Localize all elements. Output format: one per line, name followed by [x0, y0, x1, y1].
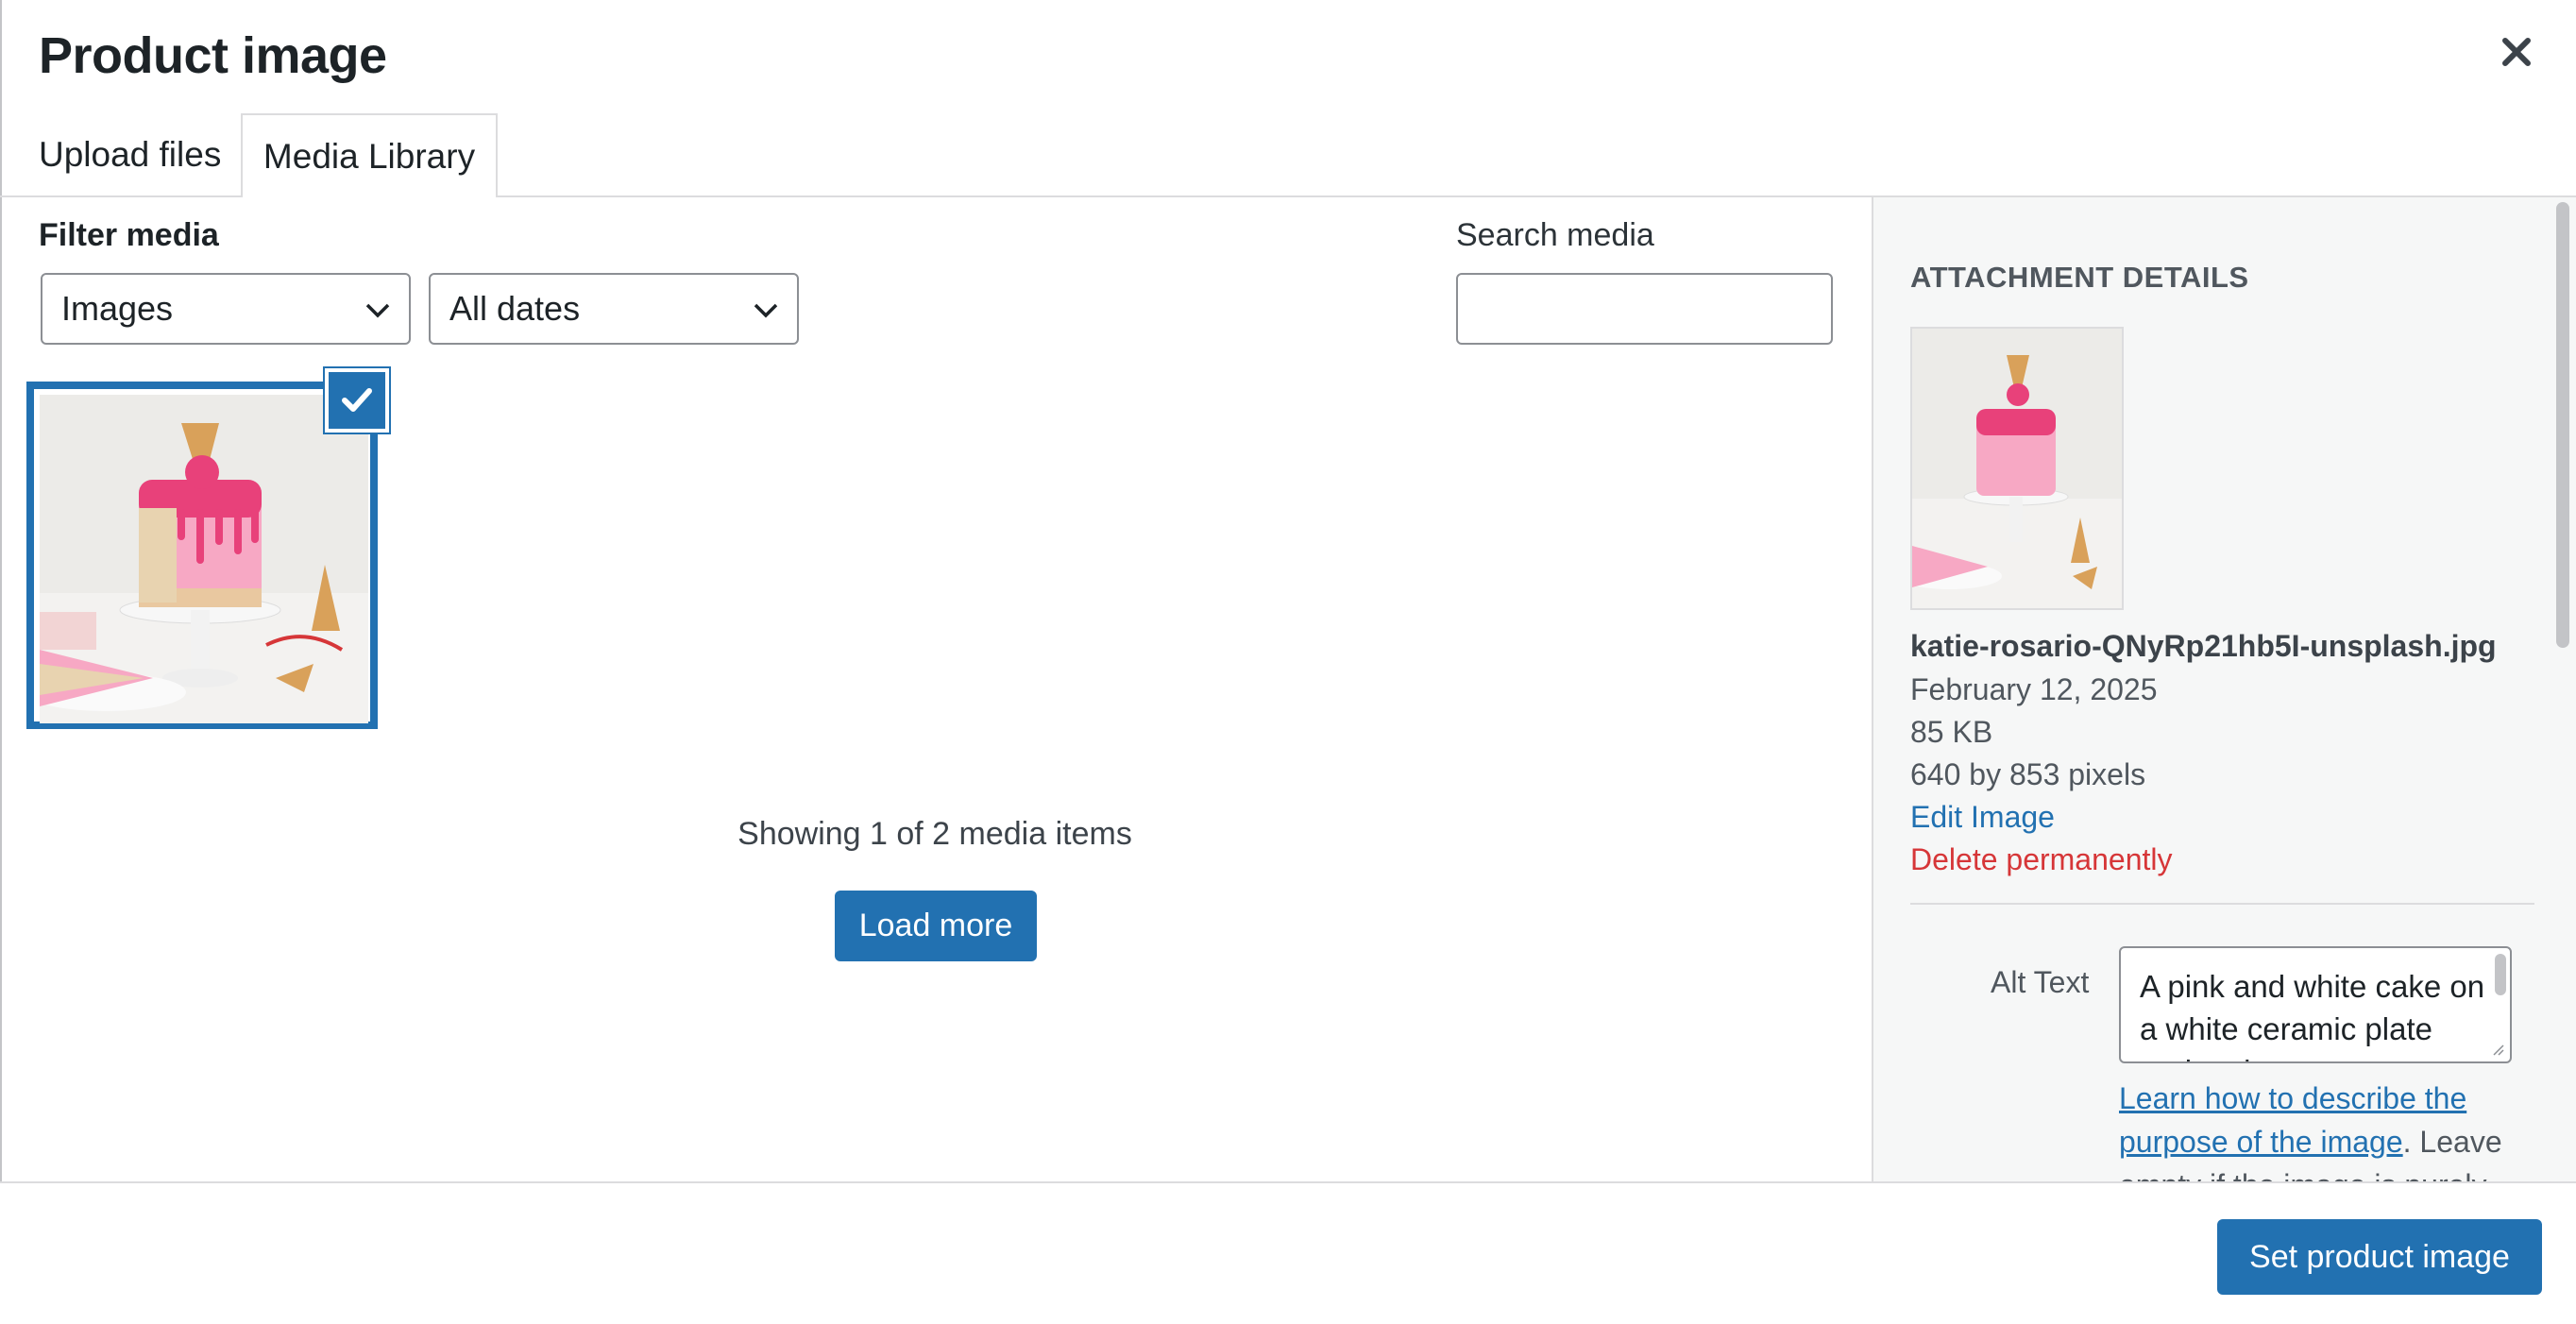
media-modal: Product image Upload files Media Library…	[0, 0, 2576, 1324]
close-icon[interactable]	[2493, 28, 2540, 76]
search-input[interactable]	[1456, 273, 1833, 345]
alt-text-value: A pink and white cake on a white ceramic…	[2140, 969, 2485, 1061]
modal-footer	[0, 1181, 2576, 1324]
media-type-select[interactable]: Images	[41, 273, 411, 345]
attachment-date: February 12, 2025	[1910, 672, 2158, 706]
modal-title: Product image	[39, 27, 387, 84]
sidebar-scrollbar-thumb[interactable]	[2556, 202, 2569, 648]
showing-count: Showing 1 of 2 media items	[737, 816, 1132, 852]
attachment-divider	[1910, 903, 2534, 905]
media-type-value: Images	[61, 289, 174, 328]
date-value: All dates	[449, 289, 581, 328]
attachment-preview-image	[1910, 327, 2124, 610]
alt-text-label: Alt Text	[1991, 965, 2090, 999]
attachment-filename: katie-rosario-QNyRp21hb5I-unsplash.jpg	[1910, 629, 2497, 663]
delete-permanently-link[interactable]: Delete permanently	[1910, 842, 2172, 877]
chevron-down-icon	[754, 303, 778, 318]
tab-upload-files[interactable]: Upload files	[39, 113, 221, 196]
alt-text-scrollbar[interactable]	[2495, 954, 2506, 995]
media-item-thumbnail[interactable]	[26, 382, 378, 729]
alt-text-field[interactable]: A pink and white cake on a white ceramic…	[2119, 946, 2512, 1063]
selected-check-icon[interactable]	[325, 368, 389, 433]
filter-media-label: Filter media	[39, 217, 219, 253]
tab-media-library[interactable]: Media Library	[241, 113, 498, 197]
attachment-filesize: 85 KB	[1910, 715, 1993, 749]
modal-border	[0, 0, 2, 1324]
attachment-dimensions: 640 by 853 pixels	[1910, 757, 2146, 791]
attachment-details-heading: ATTACHMENT DETAILS	[1910, 261, 2249, 294]
date-select[interactable]: All dates	[429, 273, 799, 345]
load-more-button[interactable]: Load more	[835, 891, 1037, 961]
cake-image	[40, 395, 368, 723]
chevron-down-icon	[365, 303, 390, 318]
set-product-image-button[interactable]: Set product image	[2217, 1219, 2542, 1295]
resize-grip-icon[interactable]	[2489, 1041, 2504, 1056]
search-media-label: Search media	[1456, 217, 1654, 253]
edit-image-link[interactable]: Edit Image	[1910, 800, 2055, 835]
